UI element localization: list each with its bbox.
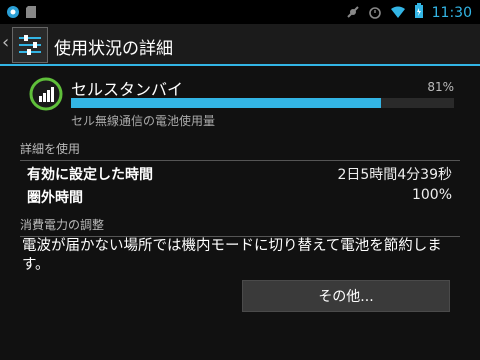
item-name: セルスタンバイ [71,80,184,99]
more-button[interactable]: その他... [242,280,450,312]
wifi-icon [390,4,406,23]
power-tip-text: 電波が届かない場所では機内モードに切り替えて電池を節約します。 [22,238,442,273]
status-bar: 11:30 [0,0,480,24]
page-title: 使用状況の詳細 [54,39,173,59]
battery-charging-icon [414,3,424,23]
row-label-no-signal-time: 圏外時間 [27,190,83,206]
app-notification-icon [6,4,20,23]
alarm-icon [368,4,382,23]
back-chevron-icon[interactable]: ‹ [2,33,9,53]
section-header-power: 消費電力の調整 [20,216,460,237]
settings-icon[interactable] [12,27,48,63]
row-value-no-signal-time: 100% [411,187,452,203]
item-subtitle: セル無線通信の電池使用量 [71,114,216,128]
action-bar: ‹ 使用状況の詳細 [0,24,480,66]
clock: 11:30 [431,5,472,21]
usage-bar-fill [71,98,382,108]
no-sound-icon [346,4,360,23]
row-value-enabled-time: 2日5時間4分39秒 [337,167,452,183]
usage-percent: 81% [427,80,454,94]
section-header-usage: 詳細を使用 [20,140,460,161]
sd-card-icon [26,4,38,23]
cell-signal-icon [28,76,64,112]
row-label-enabled-time: 有効に設定した時間 [27,167,153,183]
usage-bar [71,98,454,108]
